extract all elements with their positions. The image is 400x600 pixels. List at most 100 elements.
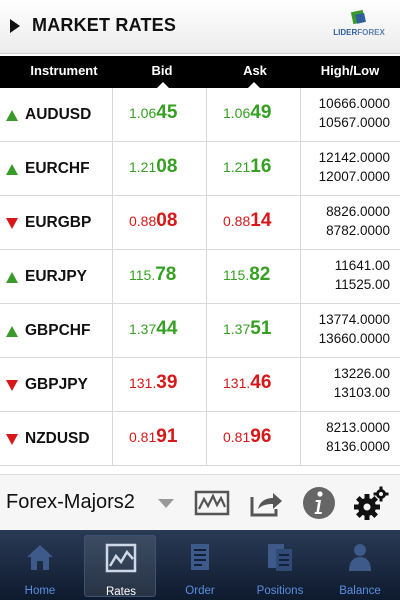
instrument-cell[interactable]: NZDUSD — [0, 412, 112, 466]
arrow-up-icon — [6, 272, 18, 283]
ask-price-prefix: 0.88 — [223, 213, 251, 229]
nav-positions[interactable]: Positions — [244, 535, 316, 597]
ask-price-prefix: 1.21 — [223, 159, 251, 175]
bid-price-pips: 39 — [156, 372, 178, 393]
ask-price: 115.82 — [223, 264, 270, 286]
low-value: 8136.0000 — [326, 439, 390, 454]
bid-price-prefix: 1.37 — [129, 321, 157, 337]
nav-balance[interactable]: Balance — [324, 535, 396, 597]
bid-cell[interactable]: 0.8808 — [112, 196, 206, 250]
rate-row[interactable]: EURCHF 1.2108 1.2116 12142.0000 12007.00… — [0, 142, 400, 196]
instrument-symbol: GBPJPY — [25, 376, 88, 393]
ask-price-prefix: 0.81 — [223, 429, 251, 445]
instrument-cell[interactable]: EURJPY — [0, 250, 112, 304]
column-high-low[interactable]: High/Low — [300, 56, 400, 88]
high-value: 8213.0000 — [326, 420, 390, 435]
nav-rates-label: Rates — [105, 586, 137, 598]
bid-price: 1.0645 — [129, 102, 177, 124]
bid-price-pips: 08 — [156, 210, 178, 231]
bid-cell[interactable]: 115.78 — [112, 250, 206, 304]
chart-icon — [194, 490, 230, 516]
high-low-cell: 11641.00 11525.00 — [300, 250, 400, 304]
nav-order[interactable]: Order — [164, 535, 236, 597]
instrument-cell[interactable]: EURGBP — [0, 196, 112, 250]
bid-price: 131.39 — [129, 372, 177, 394]
brand-logo: LIDERFOREX — [326, 10, 392, 42]
info-button[interactable] — [299, 483, 339, 523]
bid-cell[interactable]: 131.39 — [112, 358, 206, 412]
watchlist-selector[interactable]: Forex-Majors2 — [6, 491, 135, 514]
bid-price-prefix: 131. — [129, 375, 157, 391]
rate-row[interactable]: NZDUSD 0.8191 0.8196 8213.0000 8136.0000 — [0, 412, 400, 466]
instrument-cell[interactable]: GBPJPY — [0, 358, 112, 412]
column-instrument[interactable]: Instrument — [0, 56, 128, 88]
ask-price-pips: 46 — [250, 372, 272, 393]
bid-price: 1.2108 — [129, 156, 177, 178]
bid-cell[interactable]: 1.3744 — [112, 304, 206, 358]
balance-icon — [349, 544, 371, 571]
instrument-symbol: EURGBP — [25, 214, 92, 231]
ask-price-prefix: 1.06 — [223, 105, 251, 121]
rate-row[interactable]: GBPJPY 131.39 131.46 13226.00 13103.00 — [0, 358, 400, 412]
instrument-symbol: AUDUSD — [25, 106, 92, 123]
ask-cell[interactable]: 1.3751 — [206, 304, 300, 358]
ask-price: 1.3751 — [223, 318, 271, 340]
bid-cell[interactable]: 1.2108 — [112, 142, 206, 196]
bid-price-pips: 78 — [155, 264, 177, 285]
rates-toolbar: Forex-Majors2 — [0, 474, 400, 530]
ask-cell[interactable]: 1.2116 — [206, 142, 300, 196]
logo-text-b: FOREX — [357, 28, 385, 37]
low-value: 10567.0000 — [318, 115, 390, 130]
ask-price-prefix: 115. — [223, 267, 250, 283]
settings-button[interactable] — [352, 483, 392, 523]
bid-price: 1.3744 — [129, 318, 177, 340]
rate-row[interactable]: GBPCHF 1.3744 1.3751 13774.0000 13660.00… — [0, 304, 400, 358]
instrument-cell[interactable]: EURCHF — [0, 142, 112, 196]
logo-mark-icon — [350, 10, 366, 25]
instrument-symbol: EURJPY — [25, 268, 88, 285]
page-title: MARKET RATES — [32, 15, 177, 35]
ask-cell[interactable]: 1.0649 — [206, 88, 300, 142]
order-icon — [191, 544, 209, 570]
nav-home[interactable]: Home — [4, 535, 76, 597]
rate-row[interactable]: AUDUSD 1.0645 1.0649 10666.0000 10567.00… — [0, 88, 400, 142]
high-value: 8826.0000 — [326, 204, 390, 219]
instrument-symbol: NZDUSD — [25, 430, 90, 447]
play-arrow-icon — [10, 19, 20, 33]
nav-rates[interactable]: Rates — [84, 535, 156, 598]
bid-price: 0.8191 — [129, 426, 177, 448]
nav-home-label: Home — [24, 585, 56, 597]
bid-price-prefix: 1.21 — [129, 159, 157, 175]
instrument-cell[interactable]: GBPCHF — [0, 304, 112, 358]
bid-cell[interactable]: 0.8191 — [112, 412, 206, 466]
share-icon — [250, 493, 282, 517]
arrow-up-icon — [6, 164, 18, 175]
ask-cell[interactable]: 0.8814 — [206, 196, 300, 250]
low-value: 11525.00 — [334, 277, 390, 292]
nav-order-label: Order — [185, 585, 215, 597]
arrow-down-icon — [6, 218, 18, 229]
ask-price-pips: 14 — [250, 210, 272, 231]
rate-row[interactable]: EURJPY 115.78 115.82 11641.00 11525.00 — [0, 250, 400, 304]
instrument-cell[interactable]: AUDUSD — [0, 88, 112, 142]
ask-cell[interactable]: 0.8196 — [206, 412, 300, 466]
bid-cell[interactable]: 1.0645 — [112, 88, 206, 142]
chart-button[interactable] — [192, 483, 232, 523]
high-low-cell: 12142.0000 12007.0000 — [300, 142, 400, 196]
arrow-down-icon — [6, 434, 18, 445]
instrument-symbol: GBPCHF — [25, 322, 91, 339]
share-button[interactable] — [246, 483, 286, 523]
rate-row[interactable]: EURGBP 0.8808 0.8814 8826.0000 8782.0000 — [0, 196, 400, 250]
ask-price-pips: 96 — [250, 426, 272, 447]
ask-price-prefix: 1.37 — [223, 321, 251, 337]
ask-cell[interactable]: 115.82 — [206, 250, 300, 304]
bid-price: 115.78 — [129, 264, 176, 286]
column-header-bar: Instrument Bid Ask High/Low — [0, 56, 400, 88]
instrument-symbol: EURCHF — [25, 160, 90, 177]
arrow-up-icon — [6, 326, 18, 337]
ask-price: 0.8196 — [223, 426, 271, 448]
watchlist-dropdown-icon[interactable] — [158, 499, 174, 508]
high-low-cell: 10666.0000 10567.0000 — [300, 88, 400, 142]
ask-cell[interactable]: 131.46 — [206, 358, 300, 412]
positions-icon — [268, 544, 292, 571]
